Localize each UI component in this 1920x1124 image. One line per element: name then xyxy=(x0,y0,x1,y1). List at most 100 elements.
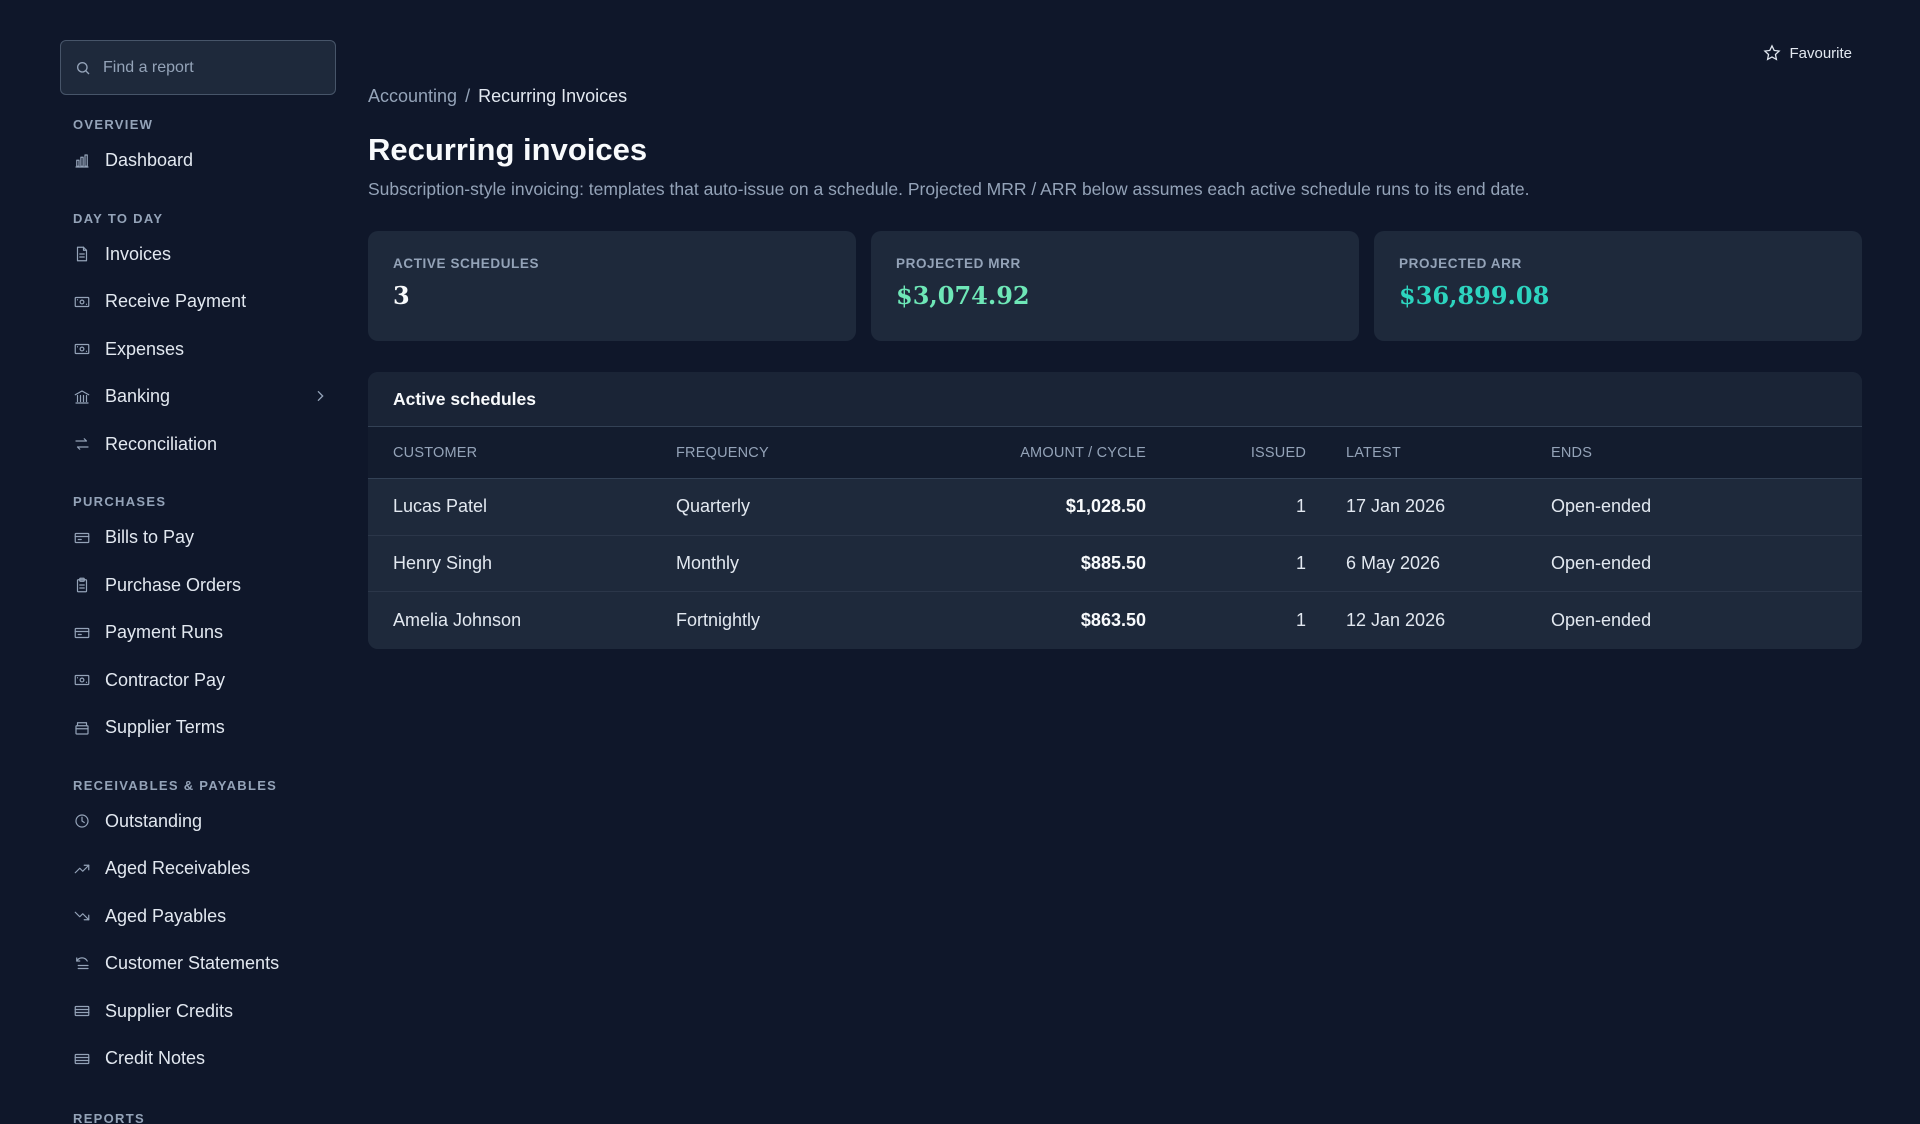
sidebar-item-label: Reconciliation xyxy=(105,433,218,454)
cash-icon xyxy=(73,293,91,311)
sidebar-item-label: Invoices xyxy=(105,243,172,264)
table-row[interactable]: Henry Singh Monthly $885.50 1 6 May 2026… xyxy=(368,535,1862,592)
column-header-frequency[interactable]: FREQUENCY xyxy=(676,445,906,461)
sidebar-item-label: Dashboard xyxy=(105,150,194,171)
table-header-row: CUSTOMER FREQUENCY AMOUNT / CYCLE ISSUED… xyxy=(368,427,1862,479)
card-icon xyxy=(73,529,91,547)
archive-icon xyxy=(73,719,91,737)
trend-up-icon xyxy=(73,860,91,878)
table-title: Active schedules xyxy=(368,372,1862,427)
table-row[interactable]: Amelia Johnson Fortnightly $863.50 1 12 … xyxy=(368,592,1862,649)
cell-issued: 1 xyxy=(1295,552,1306,573)
stat-card-projected-mrr: PROJECTED MRR $3,074.92 xyxy=(871,231,1359,341)
sidebar-section-label: RECEIVABLES & PAYABLES xyxy=(73,777,278,793)
sidebar-item-supplier-terms[interactable]: Supplier Terms xyxy=(60,704,336,752)
page-subtitle: Subscription-style invoicing: templates … xyxy=(368,179,1530,199)
stat-value: 3 xyxy=(393,281,410,310)
sidebar-item-aged-payables[interactable]: Aged Payables xyxy=(60,893,336,941)
sidebar-item-reconciliation[interactable]: Reconciliation xyxy=(60,421,336,469)
search-icon xyxy=(77,61,90,74)
bar-chart-icon xyxy=(73,152,91,170)
sidebar-section-label: DAY TO DAY xyxy=(73,210,164,226)
search-box[interactable] xyxy=(60,40,336,95)
stat-label: PROJECTED MRR xyxy=(896,256,1021,271)
cell-frequency: Monthly xyxy=(676,552,740,573)
sidebar-item-dashboard[interactable]: Dashboard xyxy=(60,137,336,185)
chevron-right-icon[interactable] xyxy=(312,388,328,409)
cell-ends: Open-ended xyxy=(1551,609,1652,630)
sidebar-item-purchase-orders[interactable]: Purchase Orders xyxy=(60,562,336,610)
stat-value: $36,899.08 xyxy=(1399,281,1550,310)
sidebar-item-outstanding[interactable]: Outstanding xyxy=(60,798,336,846)
cell-amount: $1,028.50 xyxy=(1065,496,1146,517)
sidebar-item-label: Customer Statements xyxy=(105,953,280,974)
stat-card-projected-arr: PROJECTED ARR $36,899.08 xyxy=(1374,231,1862,341)
sidebar-section-label: OVERVIEW xyxy=(73,117,154,132)
cell-latest: 17 Jan 2026 xyxy=(1346,496,1446,517)
bank-icon xyxy=(73,388,91,406)
page-title: Recurring invoices xyxy=(368,132,648,167)
sidebar-item-label: Supplier Credits xyxy=(105,1000,234,1021)
sidebar-item-receive-payment[interactable]: Receive Payment xyxy=(60,278,336,326)
breadcrumb-current: Recurring Invoices xyxy=(478,86,628,106)
cell-amount: $863.50 xyxy=(1080,609,1146,630)
sidebar-item-customer-statements[interactable]: Customer Statements xyxy=(60,940,336,988)
sidebar-item-label: Bills to Pay xyxy=(105,527,195,548)
trend-down-icon xyxy=(73,907,91,925)
sidebar-section-label: PURCHASES xyxy=(73,494,167,509)
stat-label: ACTIVE SCHEDULES xyxy=(393,256,540,271)
sidebar-item-banking[interactable]: Banking xyxy=(60,373,336,421)
column-header-latest[interactable]: LATEST xyxy=(1306,445,1551,461)
cash-icon xyxy=(73,671,91,689)
cell-frequency: Quarterly xyxy=(676,496,751,517)
clipboard-icon xyxy=(73,576,91,594)
list-icon xyxy=(73,1050,91,1068)
favourite-button[interactable]: Favourite xyxy=(1763,44,1852,62)
stats-row: ACTIVE SCHEDULES 3 PROJECTED MRR $3,074.… xyxy=(368,231,1862,341)
sidebar-item-label: Aged Receivables xyxy=(105,858,251,879)
breadcrumb-parent[interactable]: Accounting xyxy=(368,86,457,106)
sidebar-item-supplier-credits[interactable]: Supplier Credits xyxy=(60,988,336,1036)
sidebar-item-credit-notes[interactable]: Credit Notes xyxy=(60,1035,336,1083)
column-header-customer[interactable]: CUSTOMER xyxy=(368,445,676,461)
breadcrumb-separator: / xyxy=(465,86,471,106)
breadcrumb: Accounting / Recurring Invoices xyxy=(368,86,1862,110)
schedules-table: Active schedules CUSTOMER FREQUENCY AMOU… xyxy=(368,372,1862,649)
sidebar-item-contractor-pay[interactable]: Contractor Pay xyxy=(60,657,336,705)
column-header-issued[interactable]: ISSUED xyxy=(1146,445,1306,461)
sidebar-item-invoices[interactable]: Invoices xyxy=(60,231,336,279)
sidebar-item-bills-to-pay[interactable]: Bills to Pay xyxy=(60,514,336,562)
column-header-ends[interactable]: ENDS xyxy=(1551,445,1862,461)
cash-icon xyxy=(73,340,91,358)
stat-label: PROJECTED ARR xyxy=(1399,256,1522,271)
sidebar-item-label: Supplier Terms xyxy=(105,717,225,738)
list-icon xyxy=(73,1002,91,1020)
sidebar-item-payment-runs[interactable]: Payment Runs xyxy=(60,609,336,657)
cell-amount: $885.50 xyxy=(1080,552,1146,573)
statement-icon xyxy=(73,955,91,973)
sidebar-item-label: Outstanding xyxy=(105,810,203,831)
cell-latest: 6 May 2026 xyxy=(1346,552,1441,573)
clock-icon xyxy=(73,812,91,830)
main-content: Accounting / Recurring Invoices Recurring … xyxy=(368,86,1862,649)
table-row[interactable]: Lucas Patel Quarterly $1,028.50 1 17 Jan… xyxy=(368,479,1862,536)
search-input[interactable] xyxy=(103,58,323,77)
cell-ends: Open-ended xyxy=(1551,496,1652,517)
sidebar: OVERVIEW Dashboard DAY TO DAY Invoices Recei… xyxy=(60,40,336,1124)
document-icon xyxy=(73,245,91,263)
stat-card-active-schedules: ACTIVE SCHEDULES 3 xyxy=(368,231,856,341)
arrows-icon xyxy=(73,435,91,453)
app-root: OVERVIEW Dashboard DAY TO DAY Invoices Recei… xyxy=(0,0,1920,1124)
sidebar-item-label: Receive Payment xyxy=(105,291,247,312)
sidebar-item-expenses[interactable]: Expenses xyxy=(60,326,336,374)
sidebar-nav: OVERVIEW Dashboard DAY TO DAY Invoices Recei… xyxy=(60,117,336,1124)
column-header-amount[interactable]: AMOUNT / CYCLE xyxy=(906,445,1146,461)
stat-value: $3,074.92 xyxy=(896,281,1030,310)
cell-customer: Lucas Patel xyxy=(393,496,488,517)
sidebar-item-aged-receivables[interactable]: Aged Receivables xyxy=(60,845,336,893)
sidebar-item-label: Payment Runs xyxy=(105,622,224,643)
cell-ends: Open-ended xyxy=(1551,552,1652,573)
cell-customer: Henry Singh xyxy=(393,552,493,573)
sidebar-item-label: Expenses xyxy=(105,338,185,359)
sidebar-item-label: Purchase Orders xyxy=(105,574,242,595)
